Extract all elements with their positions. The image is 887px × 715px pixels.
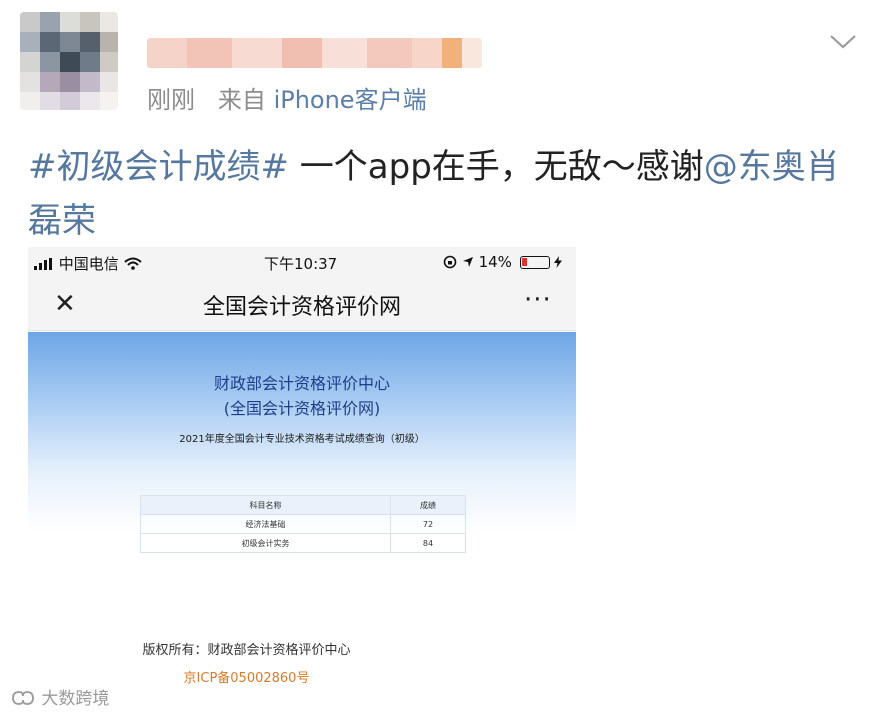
location-arrow-icon bbox=[462, 253, 474, 271]
more-menu-icon[interactable]: ··· bbox=[524, 285, 552, 315]
post-from-label: 来自 bbox=[217, 86, 266, 114]
webview-title: 全国会计资格评价网 bbox=[202, 295, 401, 320]
signal-bars-icon bbox=[34, 255, 54, 273]
table-row: 经济法基础 72 bbox=[140, 514, 466, 534]
webview-nav-bar: ✕ 全国会计资格评价网 ··· bbox=[28, 279, 576, 331]
status-right-group: 14% bbox=[443, 253, 563, 271]
table-row: 初级会计实务 84 bbox=[140, 533, 466, 553]
score-table: 科目名称 成绩 经济法基础 72 初级会计实务 84 bbox=[140, 495, 466, 553]
subject-cell: 经济法基础 bbox=[140, 514, 391, 534]
carrier-group: 中国电信 bbox=[34, 253, 142, 274]
column-header-score: 成绩 bbox=[390, 495, 466, 515]
blurred-username[interactable] bbox=[147, 38, 482, 68]
attached-screenshot[interactable]: 中国电信 下午10:37 14% ✕ 全国会计资格评价网 ··· 财政部会计资格… bbox=[28, 247, 576, 715]
org-name: 财政部会计资格评价中心 bbox=[213, 374, 390, 393]
charging-bolt-icon bbox=[554, 253, 563, 271]
table-header-row: 科目名称 成绩 bbox=[140, 495, 466, 515]
avatar[interactable] bbox=[20, 12, 118, 110]
status-time: 下午10:37 bbox=[264, 255, 338, 273]
watermark: 大数跨境 bbox=[10, 684, 109, 709]
org-subtitle: (全国会计资格评价网) bbox=[223, 399, 381, 418]
orientation-lock-icon bbox=[443, 253, 457, 271]
weibo-post: 刚刚 来自 iPhone客户端 #初级会计成绩# 一个app在手，无敌～感谢@东… bbox=[0, 0, 887, 715]
watermark-text: 大数跨境 bbox=[41, 689, 110, 709]
phone-status-bar: 中国电信 下午10:37 14% bbox=[28, 247, 576, 279]
score-cell: 72 bbox=[390, 514, 466, 534]
chevron-down-icon[interactable] bbox=[828, 30, 858, 52]
battery-percent: 14% bbox=[478, 253, 512, 271]
hashtag-link[interactable]: #初级会计成绩# bbox=[28, 147, 289, 187]
watermark-logo-icon bbox=[10, 689, 36, 709]
battery-icon bbox=[519, 256, 550, 269]
column-header-subject: 科目名称 bbox=[140, 495, 391, 515]
post-text: #初级会计成绩# 一个app在手，无敌～感谢@东奥肖磊荣 bbox=[28, 140, 868, 248]
post-time: 刚刚 bbox=[147, 86, 195, 114]
wifi-icon bbox=[123, 255, 142, 273]
post-body: 一个app在手，无敌～感谢 bbox=[288, 147, 704, 187]
subject-cell: 初级会计实务 bbox=[140, 533, 391, 553]
score-cell: 84 bbox=[390, 533, 466, 553]
carrier-name: 中国电信 bbox=[58, 255, 119, 273]
query-title: 2021年度全国会计专业技术资格考试成绩查询（初级） bbox=[179, 434, 425, 445]
copyright-text: 版权所有：财政部会计资格评价中心 bbox=[142, 643, 351, 658]
post-source[interactable]: iPhone客户端 bbox=[274, 86, 427, 114]
post-meta: 刚刚 来自 iPhone客户端 bbox=[147, 80, 427, 115]
